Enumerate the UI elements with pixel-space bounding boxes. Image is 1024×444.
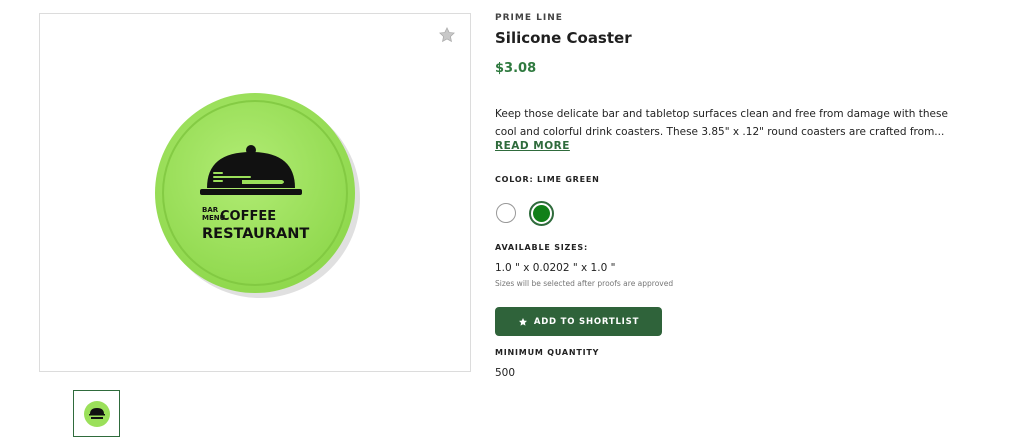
color-swatch-white[interactable] — [496, 203, 516, 223]
read-more-link[interactable]: READ MORE — [495, 140, 570, 152]
minimum-quantity-value: 500 — [495, 367, 516, 379]
sizes-label: AVAILABLE SIZES: — [495, 243, 588, 252]
add-to-shortlist-label: ADD TO SHORTLIST — [533, 316, 640, 327]
minimum-quantity-label: MINIMUM QUANTITY — [495, 348, 600, 357]
svg-text:RESTAURANT: RESTAURANT — [202, 226, 309, 242]
svg-text:COFFEE: COFFEE — [220, 209, 276, 224]
brand-name: PRIME LINE — [495, 13, 563, 23]
product-image-panel[interactable]: BAR MENU COFFEE RESTAURANT — [39, 13, 471, 372]
thumbnail-coaster-icon — [83, 400, 110, 427]
svg-text:BAR: BAR — [202, 206, 219, 214]
star-icon — [518, 317, 527, 326]
coaster-image: BAR MENU COFFEE RESTAURANT — [150, 88, 360, 298]
star-icon[interactable] — [438, 26, 456, 44]
product-price: $3.08 — [495, 61, 537, 76]
product-description: Keep those delicate bar and tabletop sur… — [495, 108, 948, 138]
sizes-value: 1.0 " x 0.0202 " x 1.0 " — [495, 262, 616, 274]
add-to-shortlist-button[interactable]: ADD TO SHORTLIST — [495, 307, 662, 336]
color-label: COLOR: LIME GREEN — [495, 175, 600, 184]
color-swatch-fill — [533, 205, 550, 222]
sizes-note: Sizes will be selected after proofs are … — [495, 279, 674, 288]
thumbnail-image[interactable] — [73, 390, 120, 437]
product-title: Silicone Coaster — [495, 29, 632, 47]
color-swatch-lime-green[interactable] — [529, 201, 554, 226]
